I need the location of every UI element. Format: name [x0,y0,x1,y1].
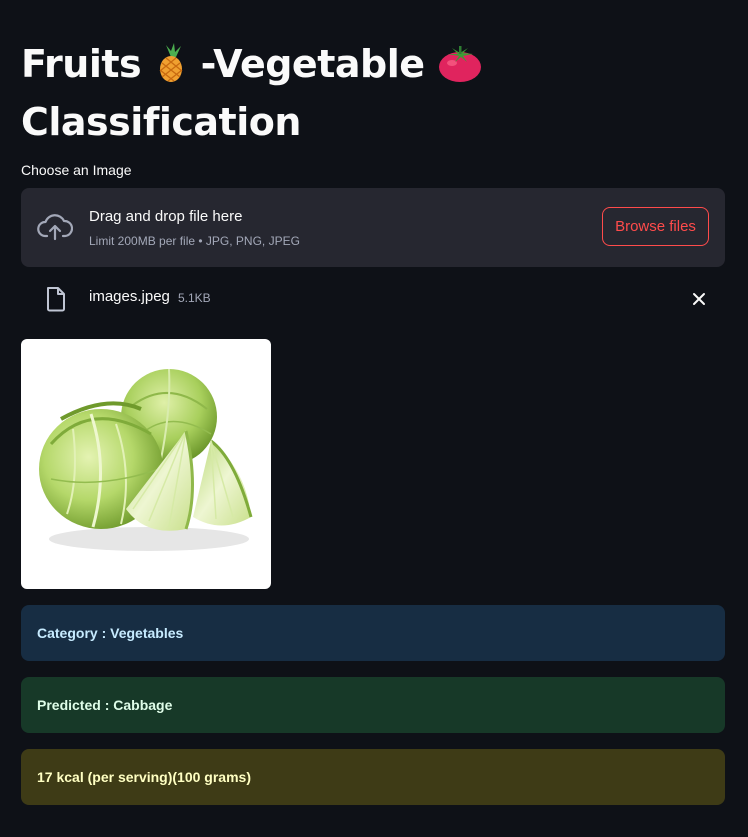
pineapple-icon [154,43,188,96]
file-icon [45,286,67,317]
title-classification: Classification [21,100,301,144]
cabbage-image [39,368,253,551]
uploaded-image-preview [21,339,271,589]
category-alert: Category : Vegetables [21,605,725,661]
file-dropzone[interactable]: Drag and drop file here Limit 200MB per … [21,188,725,267]
calories-alert: 17 kcal (per serving)(100 grams) [21,749,725,805]
app-page: Fruits -Vegetable Classification Choose … [0,0,748,837]
tomato-icon [437,43,483,96]
close-icon[interactable] [691,291,707,307]
uploaded-file-row: images.jpeg 5.1KB [21,282,725,316]
prediction-alert: Predicted : Cabbage [21,677,725,733]
page-title: Fruits -Vegetable Classification [21,38,721,148]
uploaded-file-name: images.jpeg [89,288,170,305]
browse-files-button[interactable]: Browse files [602,207,709,246]
title-fruits: Fruits [21,42,142,86]
uploaded-file-size: 5.1KB [178,291,211,305]
title-vegetable: -Vegetable [200,42,425,86]
dropzone-instructions: Drag and drop file here [89,208,243,225]
dropzone-limit-text: Limit 200MB per file • JPG, PNG, JPEG [89,234,300,248]
uploader-label: Choose an Image [21,162,132,178]
cloud-upload-icon [37,212,74,247]
